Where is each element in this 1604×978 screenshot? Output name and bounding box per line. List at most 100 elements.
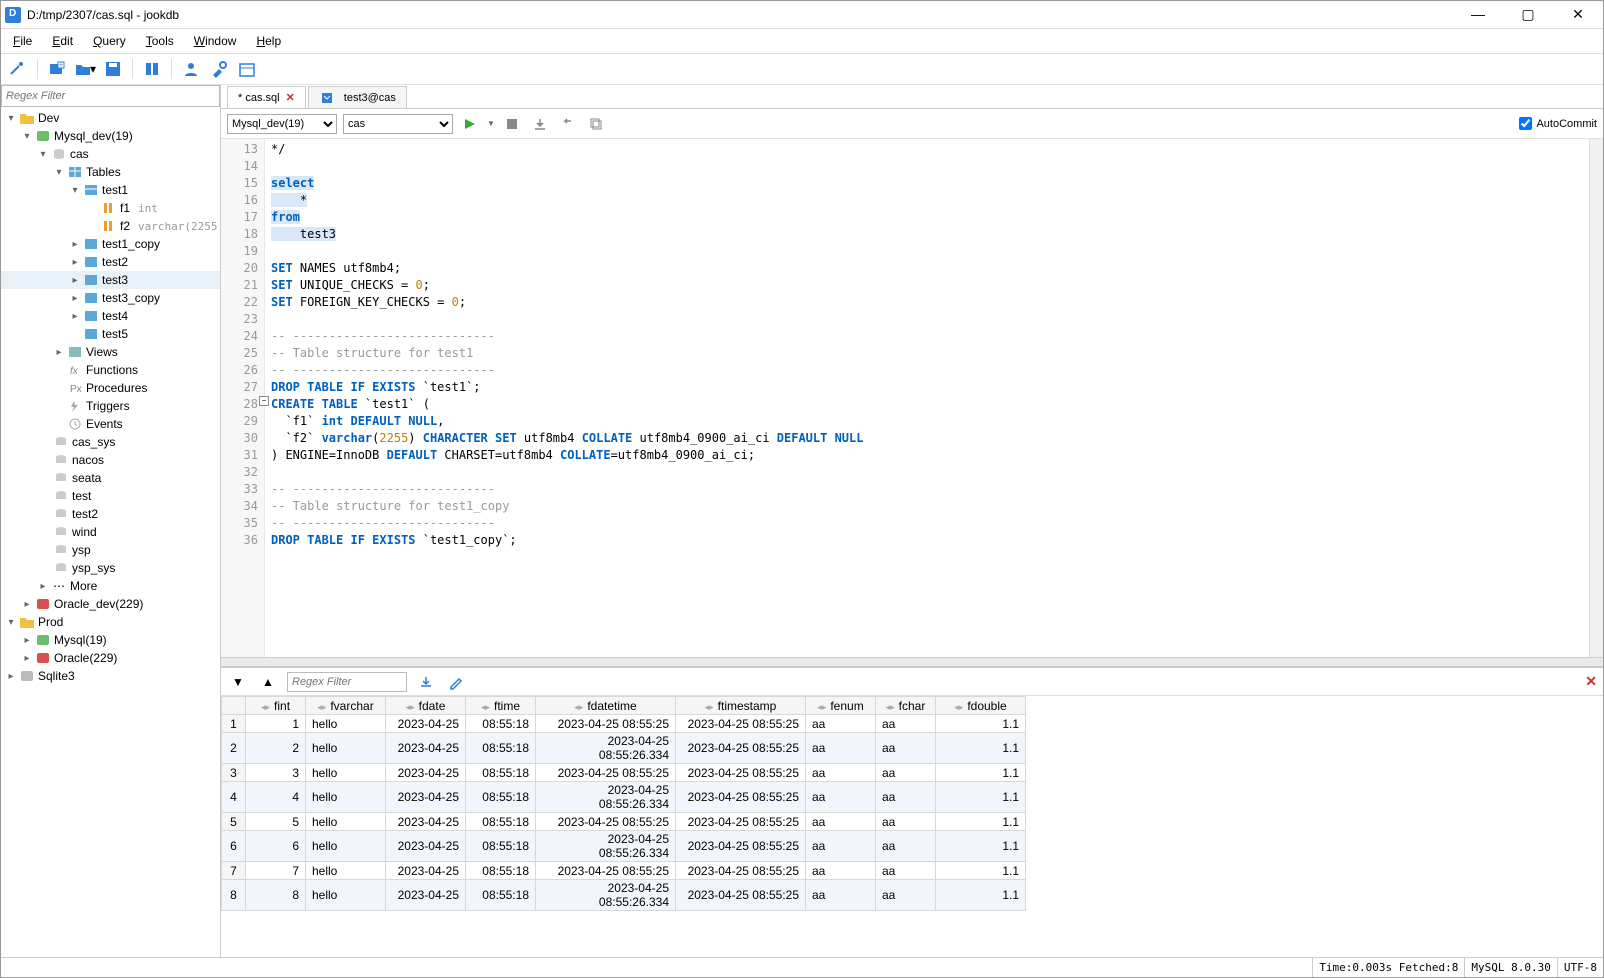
tree-cas[interactable]: ▾cas (1, 145, 220, 163)
menu-window[interactable]: Window (186, 31, 245, 51)
table-row[interactable]: 55hello2023-04-2508:55:182023-04-25 08:5… (222, 813, 1026, 831)
tree-nacos[interactable]: nacos (1, 451, 220, 469)
col-fdatetime[interactable]: ◂▸fdatetime (536, 697, 676, 715)
col-fvarchar[interactable]: ◂▸fvarchar (306, 697, 386, 715)
menu-tools[interactable]: Tools (138, 31, 182, 51)
connection-select[interactable]: Mysql_dev(19) (227, 114, 337, 134)
sort-asc-icon[interactable]: ▲ (257, 671, 279, 693)
results-toolbar: ▼ ▲ ✕ (221, 668, 1603, 696)
minimize-button[interactable]: — (1463, 6, 1493, 23)
copy-icon[interactable] (585, 113, 607, 135)
autocommit-checkbox[interactable]: AutoCommit (1519, 117, 1597, 130)
tree-more[interactable]: ▸⋯More (1, 577, 220, 595)
horizontal-splitter[interactable] (221, 657, 1603, 667)
edit-results-icon[interactable] (445, 671, 467, 693)
window-title: D:/tmp/2307/cas.sql - jookdb (27, 8, 1463, 22)
menu-help[interactable]: Help (248, 31, 289, 51)
col-fint[interactable]: ◂▸fint (246, 697, 306, 715)
tab-cas-sql[interactable]: * cas.sql✕ (227, 86, 306, 108)
tree-cas-sys[interactable]: cas_sys (1, 433, 220, 451)
tree-events[interactable]: Events (1, 415, 220, 433)
scrollbar-vertical[interactable] (1589, 139, 1603, 657)
tree-test3[interactable]: ▸test3 (1, 271, 220, 289)
table-row[interactable]: 88hello2023-04-2508:55:182023-04-25 08:5… (222, 880, 1026, 911)
tree-mysql-prod[interactable]: ▸Mysql(19) (1, 631, 220, 649)
tree-tables[interactable]: ▾Tables (1, 163, 220, 181)
col-fdouble[interactable]: ◂▸fdouble (936, 697, 1026, 715)
tree-prod[interactable]: ▾Prod (1, 613, 220, 631)
tree-test1-copy[interactable]: ▸test1_copy (1, 235, 220, 253)
table-row[interactable]: 33hello2023-04-2508:55:182023-04-25 08:5… (222, 764, 1026, 782)
calendar-icon[interactable] (236, 58, 258, 80)
close-icon[interactable]: ✕ (286, 91, 295, 104)
tree-wind[interactable]: wind (1, 523, 220, 541)
database-select[interactable]: cas (343, 114, 453, 134)
tree-dev[interactable]: ▾Dev (1, 109, 220, 127)
table-row[interactable]: 44hello2023-04-2508:55:182023-04-25 08:5… (222, 782, 1026, 813)
results-filter-input[interactable] (287, 672, 407, 692)
tab-test3-cas[interactable]: test3@cas (308, 86, 407, 108)
tree-ysp-sys[interactable]: ysp_sys (1, 559, 220, 577)
svg-text:+: + (59, 62, 63, 69)
sql-editor[interactable]: 1314151617181920212223242526272829303132… (221, 139, 1603, 657)
new-tab-icon[interactable]: + (46, 58, 68, 80)
table-row[interactable]: 66hello2023-04-2508:55:182023-04-25 08:5… (222, 831, 1026, 862)
tree-test2db[interactable]: test2 (1, 505, 220, 523)
undo-icon[interactable] (557, 113, 579, 135)
menu-file[interactable]: File (5, 31, 40, 51)
db-tree[interactable]: ▾Dev ▾Mysql_dev(19) ▾cas ▾Tables ▾test1 … (1, 107, 220, 957)
svg-text:fx: fx (70, 366, 79, 376)
tree-test2[interactable]: ▸test2 (1, 253, 220, 271)
code-area[interactable]: */ select * from test3 SET NAMES utf8mb4… (265, 139, 1589, 657)
tree-seata[interactable]: seata (1, 469, 220, 487)
col-fchar[interactable]: ◂▸fchar (876, 697, 936, 715)
tree-procedures[interactable]: PxProcedures (1, 379, 220, 397)
maximize-button[interactable]: ▢ (1513, 6, 1543, 23)
sidebar-filter-input[interactable] (2, 86, 219, 106)
col-fenum[interactable]: ◂▸fenum (806, 697, 876, 715)
user-icon[interactable] (180, 58, 202, 80)
table-row[interactable]: 77hello2023-04-2508:55:182023-04-25 08:5… (222, 862, 1026, 880)
svg-text:Px: Px (70, 384, 82, 394)
col-ftime[interactable]: ◂▸ftime (466, 697, 536, 715)
close-results-icon[interactable]: ✕ (1585, 673, 1597, 690)
table-row[interactable]: 22hello2023-04-2508:55:182023-04-25 08:5… (222, 733, 1026, 764)
sort-desc-icon[interactable]: ▼ (227, 671, 249, 693)
col-fdate[interactable]: ◂▸fdate (386, 697, 466, 715)
menu-query[interactable]: Query (85, 31, 134, 51)
export-icon[interactable] (141, 58, 163, 80)
open-icon[interactable]: ▾ (74, 58, 96, 80)
close-button[interactable]: ✕ (1563, 6, 1593, 23)
col-ftimestamp[interactable]: ◂▸ftimestamp (676, 697, 806, 715)
table-row[interactable]: 11hello2023-04-2508:55:182023-04-25 08:5… (222, 715, 1026, 733)
sidebar-filter[interactable] (1, 85, 220, 107)
tree-ysp[interactable]: ysp (1, 541, 220, 559)
tree-f1[interactable]: f1int (1, 199, 220, 217)
results-panel: ▼ ▲ ✕ ◂▸fint ◂▸fvarchar ◂▸fdate ◂▸ (221, 667, 1603, 957)
tree-mysql-dev[interactable]: ▾Mysql_dev(19) (1, 127, 220, 145)
tree-oracle-dev[interactable]: ▸Oracle_dev(229) (1, 595, 220, 613)
tree-views[interactable]: ▸Views (1, 343, 220, 361)
tree-f2[interactable]: f2varchar(2255 (1, 217, 220, 235)
tree-triggers[interactable]: Triggers (1, 397, 220, 415)
main-toolbar: + ▾ (1, 53, 1603, 85)
save-icon[interactable] (102, 58, 124, 80)
tree-test4[interactable]: ▸test4 (1, 307, 220, 325)
stop-icon[interactable] (501, 113, 523, 135)
tree-functions[interactable]: fxFunctions (1, 361, 220, 379)
tree-sqlite3[interactable]: ▸Sqlite3 (1, 667, 220, 685)
download-icon[interactable] (529, 113, 551, 135)
status-server: MySQL 8.0.30 (1464, 958, 1556, 977)
connect-icon[interactable] (7, 58, 29, 80)
tree-test3-copy[interactable]: ▸test3_copy (1, 289, 220, 307)
results-grid[interactable]: ◂▸fint ◂▸fvarchar ◂▸fdate ◂▸ftime ◂▸fdat… (221, 696, 1603, 957)
tools-icon[interactable] (208, 58, 230, 80)
menu-edit[interactable]: Edit (44, 31, 81, 51)
tree-test1[interactable]: ▾test1 (1, 181, 220, 199)
export-results-icon[interactable] (415, 671, 437, 693)
fold-icon[interactable]: − (259, 396, 269, 406)
tree-test[interactable]: test (1, 487, 220, 505)
tree-oracle-prod[interactable]: ▸Oracle(229) (1, 649, 220, 667)
tree-test5[interactable]: test5 (1, 325, 220, 343)
run-icon[interactable] (459, 113, 481, 135)
